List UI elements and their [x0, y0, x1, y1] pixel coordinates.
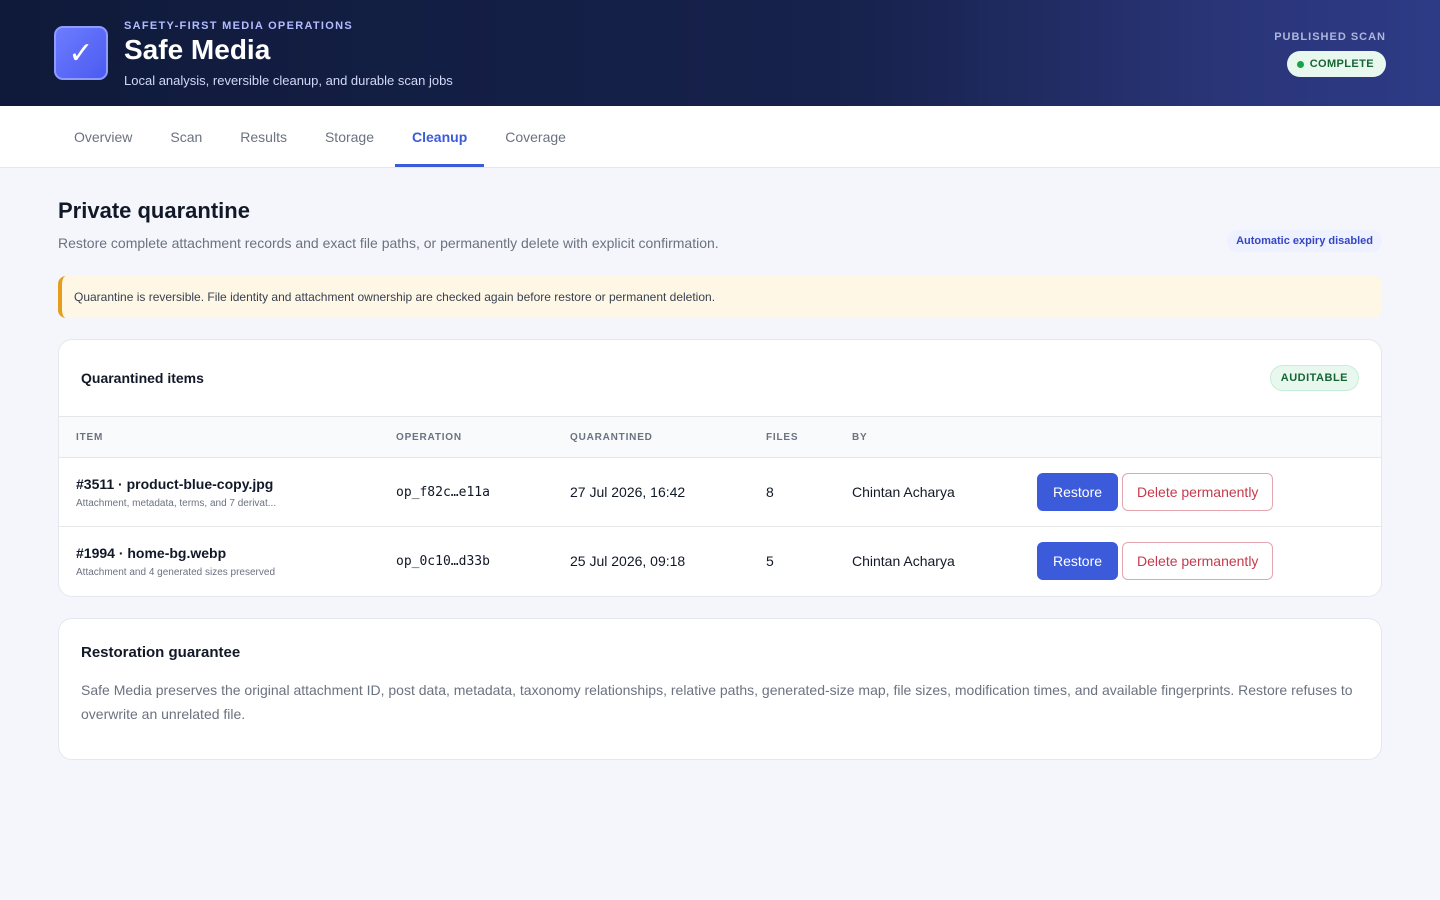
restoration-guarantee-card: Restoration guarantee Safe Media preserv… — [58, 617, 1382, 760]
item-cell: #3511 · product-blue-copy.jpg Attachment… — [59, 458, 396, 527]
reversible-notice: Quarantine is reversible. File identity … — [58, 276, 1382, 318]
page-description: Restore complete attachment records and … — [58, 235, 719, 251]
column-header-item: ITEM — [76, 431, 104, 443]
item-cell: #1994 · home-bg.webp Attachment and 4 ge… — [59, 527, 396, 596]
tab-bar: Overview Scan Results Storage Cleanup Co… — [0, 106, 1440, 168]
item-title: #1994 · home-bg.webp — [76, 544, 227, 561]
table-header-row: ITEM OPERATION QUARANTINED FILES BY — [59, 416, 1381, 458]
card-header: Quarantined items AUDITABLE — [59, 340, 1381, 416]
restore-button[interactable]: Restore — [1037, 473, 1119, 511]
row-actions: Restore Delete permanently — [1037, 542, 1381, 581]
guarantee-title: Restoration guarantee — [81, 643, 241, 661]
column-header-quarantined: QUARANTINED — [570, 431, 653, 443]
tab-coverage[interactable]: Coverage — [488, 106, 583, 167]
delete-permanently-button[interactable]: Delete permanently — [1122, 473, 1274, 511]
scan-status-text: COMPLETE — [1309, 58, 1374, 70]
file-count: 5 — [766, 553, 774, 570]
app-subtitle: Local analysis, reversible cleanup, and … — [124, 73, 453, 88]
column-header-files: FILES — [766, 431, 799, 443]
delete-permanently-button[interactable]: Delete permanently — [1122, 542, 1274, 581]
page-description-row: Restore complete attachment records and … — [58, 230, 1382, 255]
quarantined-by: Chintan Acharya — [852, 553, 955, 570]
table-row: #1994 · home-bg.webp Attachment and 4 ge… — [59, 527, 1381, 596]
column-header-by: BY — [852, 431, 868, 443]
scan-label: PUBLISHED SCAN — [1274, 31, 1386, 43]
card-title: Quarantined items — [81, 370, 204, 386]
guarantee-text: Safe Media preserves the original attach… — [81, 681, 1353, 722]
quarantined-items-card: Quarantined items AUDITABLE ITEM OPERATI… — [58, 339, 1382, 597]
scan-status-badge: COMPLETE — [1286, 51, 1386, 77]
item-detail: Attachment, metadata, terms, and 7 deriv… — [76, 497, 277, 509]
table-row: #3511 · product-blue-copy.jpg Attachment… — [59, 458, 1381, 527]
quarantined-by: Chintan Acharya — [852, 484, 955, 500]
quarantined-date: 27 Jul 2026, 16:42 — [570, 484, 686, 500]
quarantine-table: ITEM OPERATION QUARANTINED FILES BY #351… — [59, 416, 1381, 596]
column-header-actions — [1037, 417, 1381, 458]
tab-overview[interactable]: Overview — [57, 106, 149, 167]
row-actions: Restore Delete permanently — [1037, 473, 1381, 511]
actions-cell: Restore Delete permanently — [1037, 527, 1381, 596]
item-title: #3511 · product-blue-copy.jpg — [76, 475, 274, 492]
app-header: ✓ SAFETY-FIRST MEDIA OPERATIONS Safe Med… — [0, 0, 1440, 106]
auditable-badge: AUDITABLE — [1269, 365, 1359, 391]
main-content: Private quarantine Restore complete atta… — [0, 198, 1440, 760]
app-title: Safe Media — [124, 34, 271, 65]
page-title: Private quarantine — [58, 198, 250, 223]
status-dot-icon — [1296, 60, 1304, 68]
expiry-badge: Automatic expiry disabled — [1227, 230, 1382, 252]
file-count: 8 — [766, 484, 774, 500]
quarantined-date: 25 Jul 2026, 09:18 — [570, 553, 686, 570]
checkmark-icon: ✓ — [54, 26, 108, 80]
restore-button[interactable]: Restore — [1037, 542, 1119, 581]
tab-cleanup[interactable]: Cleanup — [395, 106, 485, 167]
tab-storage[interactable]: Storage — [308, 106, 391, 167]
tab-scan[interactable]: Scan — [153, 106, 219, 167]
operation-id: op_0c10…d33b — [396, 553, 490, 569]
item-detail: Attachment and 4 generated sizes preserv… — [76, 566, 276, 578]
operation-id: op_f82c…e11a — [396, 484, 490, 500]
actions-cell: Restore Delete permanently — [1037, 458, 1381, 527]
app-eyebrow: SAFETY-FIRST MEDIA OPERATIONS — [124, 20, 353, 32]
column-header-operation: OPERATION — [396, 431, 462, 443]
tab-results[interactable]: Results — [223, 106, 304, 167]
